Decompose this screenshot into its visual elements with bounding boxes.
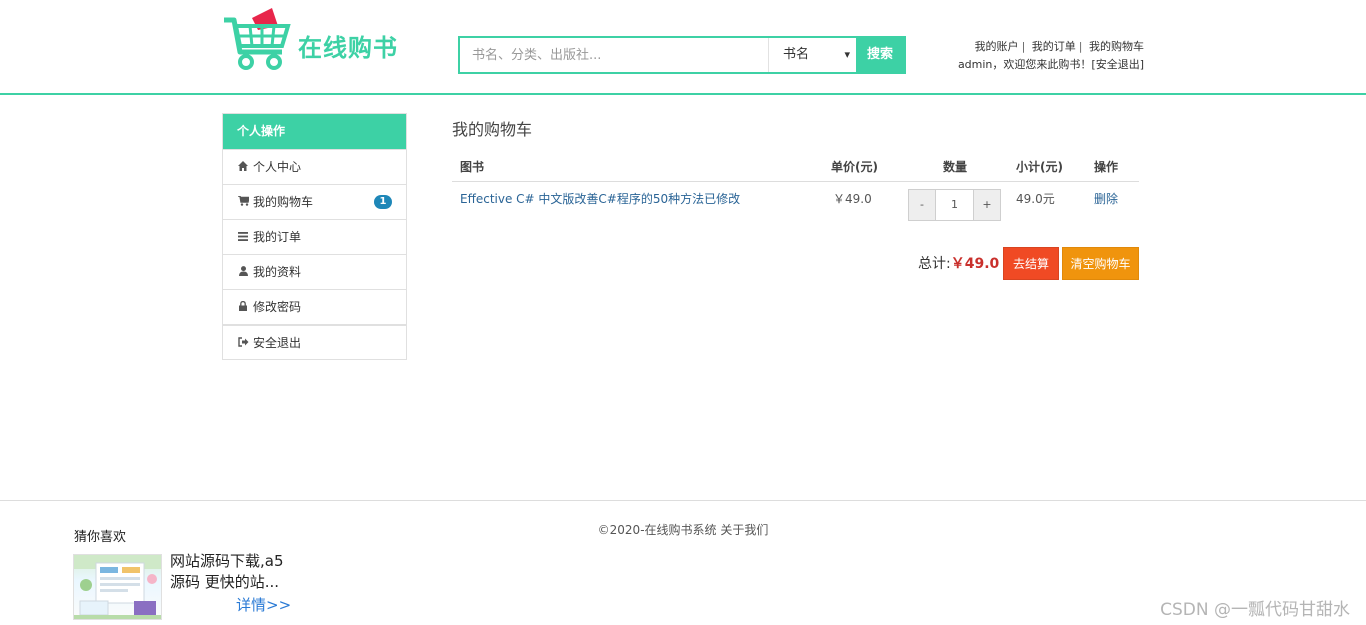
recommend-thumbnail[interactable] (73, 554, 162, 620)
user-icon (237, 257, 249, 291)
my-orders-link[interactable]: 我的订单 (1032, 40, 1076, 53)
search-input[interactable] (460, 38, 768, 72)
cart-count-badge: 1 (374, 195, 392, 209)
logout-link[interactable]: [安全退出] (1091, 58, 1144, 71)
quantity-decrease-button[interactable]: - (909, 190, 936, 220)
sidebar-item-my-orders[interactable]: 我的订单 (223, 219, 406, 254)
header: 在线购书 书名 ▾ 搜索 我的账户| 我的订单| 我的购物车 admin，欢迎您… (0, 0, 1366, 95)
cart-total: 总计:￥49.0 (918, 253, 999, 273)
column-header-book: 图书 (460, 160, 485, 174)
watermark-text: CSDN @一瓢代码甘甜水 (1160, 600, 1350, 620)
delete-link[interactable]: 删除 (1094, 190, 1118, 207)
checkout-button[interactable]: 去结算 (1003, 247, 1059, 280)
recommend-details-link[interactable]: 详情>> (236, 594, 291, 615)
home-icon (237, 152, 249, 186)
chevron-down-icon: ▾ (844, 48, 850, 61)
recommend-title: 猜你喜欢 (74, 530, 127, 545)
top-links: 我的账户 | 我的订单 | 我的购物车 admin，欢迎您来此购书！[安全退出] (940, 38, 1144, 74)
list-icon (237, 222, 249, 256)
site-name[interactable]: 在线购书 (298, 28, 398, 63)
sidebar-item-label: 我的购物车 (253, 195, 314, 209)
search-category-value: 书名 (783, 47, 810, 62)
cart-icon (237, 187, 250, 221)
search-button[interactable]: 搜索 (856, 38, 904, 72)
sidebar-item-label: 我的订单 (253, 230, 302, 244)
my-cart-link[interactable]: 我的购物车 (1089, 40, 1144, 53)
footer-divider (0, 500, 1366, 501)
clear-cart-button[interactable]: 清空购物车 (1062, 247, 1139, 280)
column-header-price: 单价(元) (831, 160, 878, 174)
sidebar-item-label: 修改密码 (253, 300, 302, 314)
column-header-quantity: 数量 (943, 160, 968, 174)
column-header-subtotal: 小计(元) (1016, 160, 1063, 174)
quantity-stepper: - 1 + (908, 189, 1001, 221)
sidebar-item-personal-center[interactable]: 个人中心 (223, 149, 406, 184)
sidebar-item-label: 安全退出 (253, 336, 302, 350)
sidebar-title: 个人操作 (223, 114, 406, 149)
total-value: ￥49.0 (950, 256, 1000, 272)
quantity-increase-button[interactable]: + (973, 190, 1000, 220)
unit-price: ￥49.0 (833, 192, 872, 206)
search-box: 书名 ▾ 搜索 (458, 36, 906, 74)
sidebar-item-my-cart[interactable]: 我的购物车 1 (223, 184, 406, 219)
sidebar-item-logout[interactable]: 安全退出 (223, 324, 406, 359)
sidebar-item-label: 个人中心 (253, 160, 302, 174)
search-category-select[interactable]: 书名 ▾ (768, 38, 856, 72)
welcome-text: admin，欢迎您来此购书！ (957, 58, 1092, 71)
book-title-link[interactable]: Effective C# 中文版改善C#程序的50种方法已修改 (460, 190, 740, 207)
sidebar: 个人操作 个人中心 我的购物车 1 我的订单 我的资料 修改密码 安全退出 (222, 113, 407, 360)
link-separator: | (1021, 40, 1026, 53)
sidebar-item-change-password[interactable]: 修改密码 (223, 289, 406, 324)
recommend-text[interactable]: 网站源码下载,a5源码 更快的站... (170, 551, 298, 593)
sidebar-item-label: 我的资料 (253, 265, 302, 279)
copyright-text: ©2020-在线购书系统 关于我们 (597, 523, 769, 537)
column-header-action: 操作 (1094, 160, 1119, 174)
total-label: 总计: (918, 256, 951, 272)
sidebar-item-my-profile[interactable]: 我的资料 (223, 254, 406, 289)
link-separator: | (1078, 40, 1083, 53)
quantity-input[interactable]: 1 (936, 190, 973, 220)
lock-icon (237, 292, 249, 326)
sign-out-icon (237, 328, 249, 362)
header-divider (452, 181, 1139, 182)
row-subtotal: 49.0元 (1016, 192, 1055, 206)
my-account-link[interactable]: 我的账户 (975, 40, 1019, 53)
page-title: 我的购物车 (452, 120, 533, 139)
